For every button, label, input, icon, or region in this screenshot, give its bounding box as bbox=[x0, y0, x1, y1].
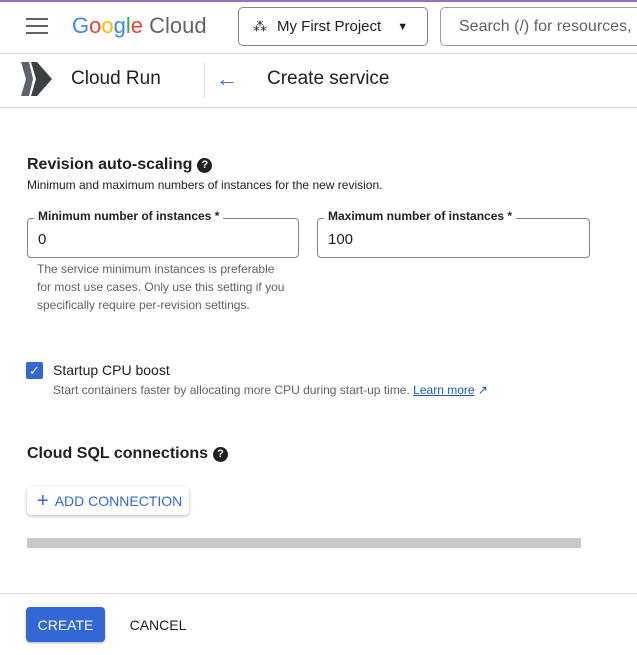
section-description: Minimum and maximum numbers of instances… bbox=[27, 178, 383, 192]
search-placeholder: Search (/) for resources, bbox=[459, 17, 632, 35]
startup-cpu-boost-checkbox[interactable]: ✓ bbox=[26, 362, 43, 379]
project-name: My First Project bbox=[277, 18, 382, 35]
help-icon[interactable]: ? bbox=[197, 158, 213, 173]
search-input[interactable]: Search (/) for resources, bbox=[440, 7, 637, 46]
top-accent-line bbox=[0, 0, 637, 2]
field-value: 100 bbox=[328, 231, 354, 248]
checkbox-description: Start containers faster by allocating mo… bbox=[53, 383, 410, 397]
min-instances-input[interactable]: Minimum number of instances * 0 bbox=[27, 209, 299, 258]
add-connection-button[interactable]: + ADD CONNECTION bbox=[27, 487, 189, 515]
project-selector[interactable]: ⁂ My First Project ▼ bbox=[238, 7, 428, 46]
max-instances-input[interactable]: Maximum number of instances * 100 bbox=[317, 209, 590, 258]
min-instances-hint: The service minimum instances is prefera… bbox=[37, 262, 285, 312]
plus-icon: + bbox=[37, 489, 49, 512]
divider bbox=[0, 593, 637, 594]
google-cloud-logo[interactable]: Google Cloud bbox=[72, 13, 207, 39]
page-title: Create service bbox=[267, 68, 390, 89]
divider bbox=[0, 107, 637, 108]
learn-more-link[interactable]: Learn more bbox=[413, 383, 474, 397]
checkbox-label: Startup CPU boost bbox=[53, 362, 170, 378]
create-button[interactable]: CREATE bbox=[26, 607, 105, 642]
cancel-button[interactable]: CANCEL bbox=[120, 607, 196, 642]
help-icon[interactable]: ? bbox=[213, 447, 229, 462]
chevron-down-icon: ▼ bbox=[397, 20, 409, 33]
project-icon: ⁂ bbox=[253, 18, 267, 34]
external-link-icon[interactable]: ↗ bbox=[478, 383, 488, 397]
field-label: Maximum number of instances * bbox=[324, 209, 517, 223]
field-label: Minimum number of instances * bbox=[34, 209, 224, 223]
section-title: Revision auto-scaling? bbox=[27, 156, 213, 174]
divider bbox=[204, 63, 205, 98]
cloud-run-icon bbox=[21, 62, 52, 96]
check-icon: ✓ bbox=[29, 363, 40, 378]
field-value: 0 bbox=[38, 231, 47, 248]
divider bbox=[0, 53, 637, 54]
section-title: Cloud SQL connections? bbox=[27, 445, 229, 463]
horizontal-scrollbar[interactable] bbox=[27, 538, 581, 548]
back-arrow-icon[interactable]: ← bbox=[216, 66, 238, 92]
product-name: Cloud Run bbox=[71, 68, 161, 89]
menu-icon[interactable] bbox=[26, 18, 48, 34]
